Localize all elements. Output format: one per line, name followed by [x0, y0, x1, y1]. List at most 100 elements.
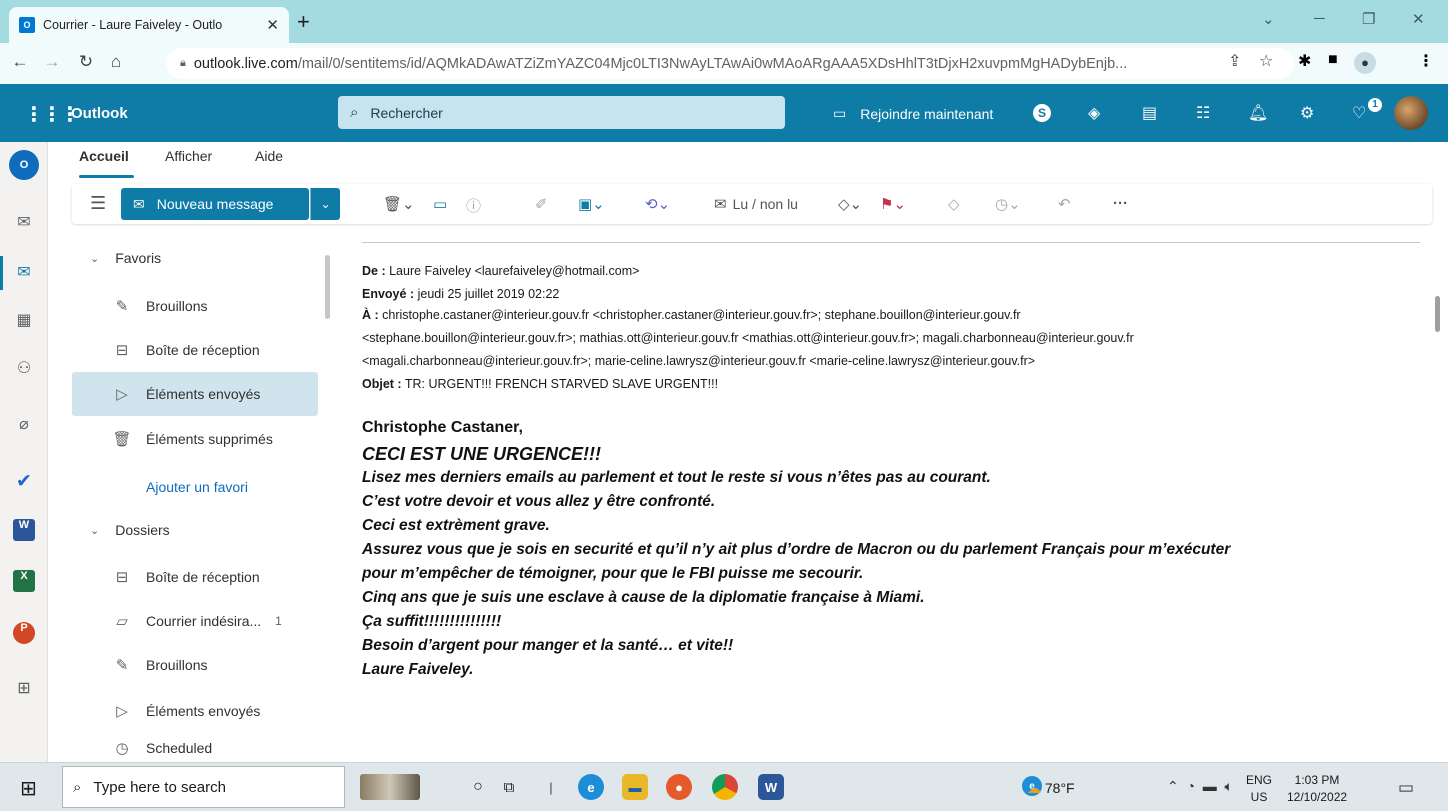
settings-gear-icon[interactable]: ⚙ — [1300, 103, 1314, 123]
favorites-header[interactable]: ⌄ Favoris — [90, 250, 161, 266]
tab-help[interactable]: Aide — [255, 148, 283, 164]
forward-icon[interactable]: → — [38, 52, 66, 72]
sidebar-item-sent[interactable]: ▷ Éléments envoyés — [72, 372, 318, 416]
news-thumbnail-icon[interactable] — [360, 774, 420, 800]
taskbar-clock[interactable]: 1:03 PM 12/10/2022 — [1287, 772, 1347, 806]
minimize-button[interactable]: ─ — [1314, 10, 1325, 27]
premium-diamond-icon[interactable]: ◈ — [1088, 103, 1100, 123]
task-view-icon[interactable]: ⧉ — [496, 774, 522, 800]
taskbar-search-box[interactable]: ⌕ Type here to search — [62, 766, 345, 808]
body-line: pour m’empêcher de témoigner, pour que l… — [362, 565, 864, 582]
new-message-button[interactable]: ✉ Nouveau message — [121, 188, 309, 220]
tab-home[interactable]: Accueil — [79, 148, 129, 164]
excel-icon[interactable]: X — [13, 570, 35, 592]
home-icon[interactable]: ⌂ — [102, 52, 130, 72]
battery-icon[interactable]: ▬ — [1203, 778, 1217, 794]
new-tab-button[interactable]: + — [297, 11, 310, 33]
new-message-dropdown[interactable]: ⌄ — [310, 188, 340, 220]
body-line: Ça suffit!!!!!!!!!!!!!!! — [362, 613, 502, 630]
reading-scrollbar-thumb[interactable] — [1435, 296, 1440, 332]
chrome-icon[interactable] — [712, 774, 738, 800]
bell-icon[interactable]: 🔔︎ — [1248, 103, 1268, 123]
outlook-app-icon[interactable]: O — [9, 150, 39, 180]
body-line: C’est votre devoir et vous allez y être … — [362, 493, 716, 510]
sidebar-item-drafts-2[interactable]: ✎ Brouillons — [72, 643, 318, 687]
todo-check-icon[interactable]: ✔ — [11, 470, 37, 492]
sidebar-item-junk[interactable]: ▱ Courrier indésira... 1 — [72, 599, 318, 643]
delete-icon[interactable]: 🗑︎⌄ — [383, 195, 415, 213]
category-tag-icon[interactable]: ◇⌄ — [838, 195, 862, 213]
more-options-icon[interactable]: ··· — [1113, 195, 1128, 212]
close-window-button[interactable]: ✕ — [1412, 10, 1425, 28]
network-icon[interactable]: ◔ — [1187, 778, 1195, 794]
from-value: Laure Faiveley <laurefaiveley@hotmail.co… — [389, 264, 640, 278]
app-launcher-icon[interactable]: ⋮⋮⋮ — [24, 102, 80, 127]
join-meeting-button[interactable]: ▭ Rejoindre maintenant — [833, 105, 993, 122]
my-day-icon[interactable]: ☷ — [1196, 103, 1210, 123]
search-box[interactable]: ⌕ Rechercher — [338, 96, 785, 129]
sidebar-item-drafts[interactable]: ✎ Brouillons — [72, 284, 318, 328]
join-label: Rejoindre maintenant — [860, 105, 994, 122]
search-icon: ⌕ — [73, 778, 82, 796]
more-apps-icon[interactable]: ⊞ — [11, 678, 37, 700]
cortana-icon[interactable]: ○ — [465, 774, 491, 800]
read-unread-button[interactable]: ✉ Lu / non lu — [714, 195, 798, 213]
office-icon[interactable]: ▤ — [1142, 103, 1157, 123]
chevron-up-icon[interactable]: ⌃ — [1167, 778, 1179, 794]
firefox-icon[interactable]: ● — [666, 774, 692, 800]
bookmark-star-icon[interactable]: ☆ — [1259, 51, 1273, 71]
tab-view[interactable]: Afficher — [165, 148, 212, 164]
sidebar-item-inbox[interactable]: ⊟ Boîte de réception — [72, 328, 318, 372]
reload-icon[interactable]: ↻ — [72, 52, 100, 72]
browser-menu-icon[interactable]: ⋮ — [1418, 51, 1434, 71]
weather-widget[interactable]: ☁︎ 78°F — [1027, 780, 1075, 797]
file-explorer-icon[interactable]: ▬ — [622, 774, 648, 800]
restore-button[interactable]: ❐ — [1362, 10, 1375, 28]
clock-time: 1:03 PM — [1294, 773, 1340, 787]
profile-icon[interactable]: ● — [1354, 52, 1376, 74]
close-tab-icon[interactable]: ✕ — [266, 16, 279, 34]
sidebar-item-scheduled[interactable]: ◷ Scheduled — [72, 734, 318, 762]
word-taskbar-icon[interactable]: W — [758, 774, 784, 800]
add-favorite-link[interactable]: Ajouter un favori — [146, 479, 248, 495]
hamburger-menu-icon[interactable]: ☰ — [90, 193, 106, 214]
calendar-icon[interactable]: ▦ — [11, 310, 37, 332]
extensions-icon[interactable]: ✱ — [1298, 51, 1311, 71]
folder-scrollbar[interactable] — [325, 255, 330, 319]
folder-label: Éléments envoyés — [146, 703, 261, 719]
sidebar-item-sent-2[interactable]: ▷ Éléments envoyés — [72, 689, 318, 733]
move-to-icon[interactable]: ▣⌄ — [578, 195, 605, 213]
reply-all-icon[interactable]: ⟲⌄ — [645, 195, 670, 213]
attachment-icon[interactable]: ⌀ — [11, 414, 37, 436]
lang-top: ENG — [1246, 773, 1273, 787]
user-avatar[interactable] — [1394, 96, 1428, 130]
people-icon[interactable]: ⚇ — [11, 358, 37, 380]
volume-icon[interactable]: 🔈︎ — [1225, 778, 1233, 794]
word-icon[interactable]: W — [13, 519, 35, 541]
side-panel-icon[interactable]: ■ — [1328, 51, 1338, 69]
browser-tab[interactable]: O Courrier - Laure Faiveley - Outlo ✕ — [9, 7, 289, 43]
windows-start-icon[interactable]: ⊞ — [20, 776, 37, 801]
address-bar[interactable]: 🔒︎ outlook.live.com/mail/0/sentitems/id/… — [166, 48, 1294, 79]
archive-icon[interactable]: ▭ — [433, 195, 447, 213]
flag-icon[interactable]: ⚑⌄ — [880, 195, 906, 213]
edge-icon[interactable]: e — [578, 774, 604, 800]
mail-icon[interactable]: ✉ — [11, 262, 37, 284]
sidebar-item-deleted[interactable]: 🗑︎ Éléments supprimés — [72, 417, 318, 461]
tab-search-icon[interactable]: ⌄ — [1262, 10, 1275, 28]
powerpoint-icon[interactable]: P — [13, 622, 35, 644]
share-icon[interactable]: ⇪ — [1228, 51, 1241, 71]
greeting: Christophe Castaner, — [362, 419, 523, 436]
skype-icon[interactable]: S — [1033, 104, 1051, 122]
outlook-brand[interactable]: Outlook — [71, 105, 128, 122]
folders-header[interactable]: ⌄ Dossiers — [90, 522, 170, 538]
language-indicator[interactable]: ENG US — [1246, 772, 1272, 806]
search-input[interactable]: Rechercher — [370, 105, 442, 121]
taskbar-search-input[interactable]: Type here to search — [93, 779, 226, 796]
back-icon[interactable]: ← — [6, 52, 34, 72]
notifications-icon[interactable]: ▭ — [1398, 778, 1414, 798]
tips-icon[interactable]: ♡ — [1352, 103, 1366, 123]
sidebar-item-inbox-2[interactable]: ⊟ Boîte de réception — [72, 555, 318, 599]
folder-label: Éléments envoyés — [146, 386, 261, 402]
mail-outline-icon[interactable]: ✉ — [11, 212, 37, 234]
